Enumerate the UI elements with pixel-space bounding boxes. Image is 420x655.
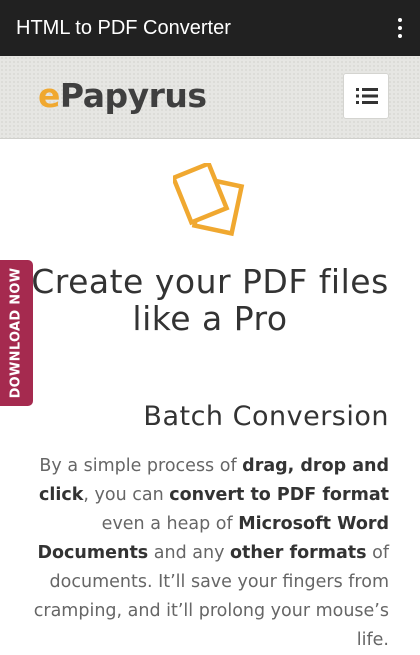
body-text-4: and any [148,543,231,563]
logo-text: Papyrus [59,76,207,115]
app-bar: HTML to PDF Converter [0,0,420,56]
body-text-2: , you can [83,485,170,505]
site-header: ePapyrus [0,56,420,139]
more-vert-icon[interactable] [396,18,404,38]
documents-icon [173,163,245,237]
epapyrus-logo[interactable]: ePapyrus [38,74,207,118]
hero-line-1: Create your PDF files [31,262,389,301]
menu-list-icon [356,88,378,104]
hero-line-2: like a Pro [132,299,288,338]
app-title: HTML to PDF Converter [16,17,231,39]
menu-button[interactable] [343,73,389,119]
section-title: Batch Conversion [143,401,389,432]
logo-e: e [38,76,60,115]
download-now-tab[interactable]: DOWNLOAD NOW [0,260,33,406]
hero-title: Create your PDF files like a Pro [0,263,420,337]
body-bold-2: convert to PDF format [169,485,389,505]
body-text-3: even a heap of [101,514,239,534]
body-text-1: By a simple process of [39,456,243,476]
body-bold-4: other formats [230,543,367,563]
download-now-label: DOWNLOAD NOW [8,267,24,399]
main-content: Create your PDF files like a Pro Batch C… [0,139,420,650]
section-body: By a simple process of drag, drop and cl… [20,452,389,655]
